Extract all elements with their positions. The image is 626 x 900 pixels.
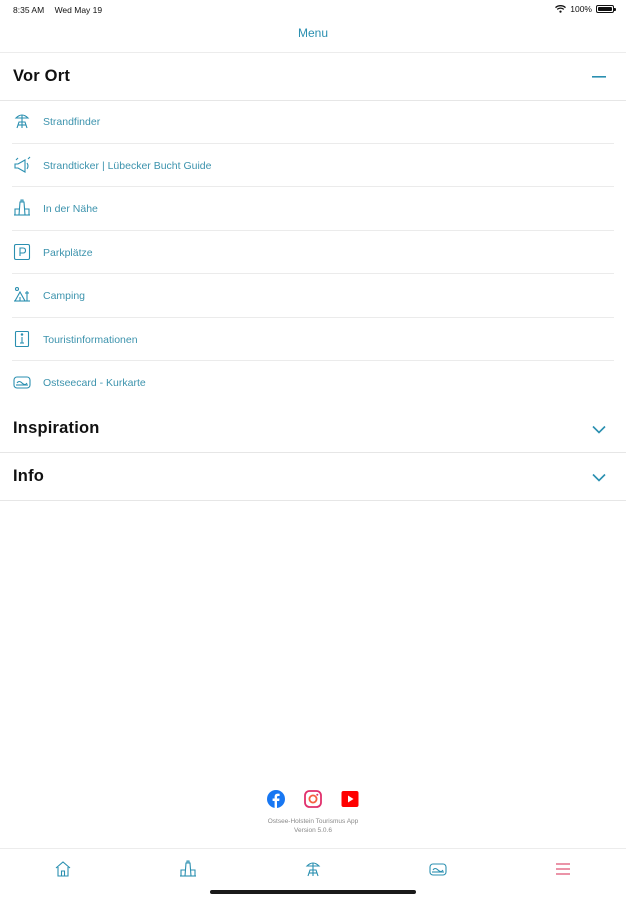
menu-item-strandticker[interactable]: Strandticker | Lübecker Bucht Guide: [0, 144, 626, 187]
card-icon: [13, 376, 31, 389]
chevron-down-icon[interactable]: [590, 421, 608, 437]
tab-card[interactable]: [427, 858, 449, 880]
tab-menu[interactable]: [552, 858, 574, 880]
collapse-icon[interactable]: [590, 69, 608, 85]
home-indicator: [210, 890, 416, 894]
battery-fill: [598, 7, 612, 11]
beach-chair-icon: [14, 114, 30, 129]
menu-item-label: Ostseecard - Kurkarte: [43, 377, 146, 389]
app-version: Version 5.0.6: [294, 827, 332, 834]
divider: [0, 500, 626, 501]
tab-beach[interactable]: [302, 858, 324, 880]
menu-item-label: Parkplätze: [43, 246, 93, 259]
menu-item-label: Strandticker | Lübecker Bucht Guide: [43, 159, 212, 172]
menu-item-strandfinder[interactable]: Strandfinder: [0, 100, 626, 144]
home-icon: [55, 861, 71, 877]
menu-item-label: Strandfinder: [43, 116, 101, 128]
menu-item-label: Camping: [43, 290, 86, 302]
menu-item-label: In der Nähe: [43, 203, 98, 215]
instagram-icon[interactable]: [303, 789, 323, 809]
parking-icon: [13, 243, 31, 260]
chevron-down-icon[interactable]: [590, 469, 608, 485]
status-date: Wed May 19: [54, 5, 103, 15]
facebook-icon[interactable]: [266, 789, 286, 809]
camping-icon: [14, 286, 30, 302]
megaphone-icon: [14, 156, 31, 173]
beach-chair-icon: [305, 862, 321, 877]
battery-icon: [596, 5, 616, 13]
status-time: 8:35 AM: [13, 5, 45, 15]
info-icon: [14, 330, 30, 347]
battery-percent: 100%: [570, 4, 592, 14]
tab-nearby[interactable]: [177, 858, 199, 880]
vor-ort-menu-list: Strandfinder Strandticker | Lübecker Buc…: [0, 100, 626, 405]
menu-item-ostseecard[interactable]: Ostseecard - Kurkarte: [0, 361, 626, 405]
lighthouse-icon: [180, 860, 196, 877]
section-title: Inspiration: [13, 419, 100, 437]
menu-item-in-der-naehe[interactable]: In der Nähe: [0, 187, 626, 231]
tab-home[interactable]: [52, 858, 74, 880]
social-links: [0, 789, 626, 809]
app-name: Ostsee-Holstein Tourismus App: [267, 818, 359, 825]
lighthouse-icon: [14, 199, 30, 216]
youtube-icon[interactable]: [340, 789, 360, 809]
section-title: Info: [13, 467, 45, 485]
section-header-inspiration[interactable]: Inspiration: [0, 405, 626, 453]
section-header-info[interactable]: Info: [0, 453, 626, 501]
menu-icon: [556, 863, 570, 875]
card-icon: [429, 863, 447, 876]
menu-item-parkplaetze[interactable]: Parkplätze: [0, 231, 626, 274]
menu-item-label: Touristinformationen: [43, 333, 138, 346]
section-header-vor-ort[interactable]: Vor Ort: [0, 53, 626, 101]
menu-item-camping[interactable]: Camping: [0, 274, 626, 318]
menu-item-touristinformationen[interactable]: Touristinformationen: [0, 318, 626, 361]
section-title: Vor Ort: [13, 67, 71, 85]
page-title: Menu: [297, 26, 329, 40]
wifi-icon: [555, 5, 567, 13]
status-bar: 8:35 AM Wed May 19 100%: [0, 0, 626, 20]
